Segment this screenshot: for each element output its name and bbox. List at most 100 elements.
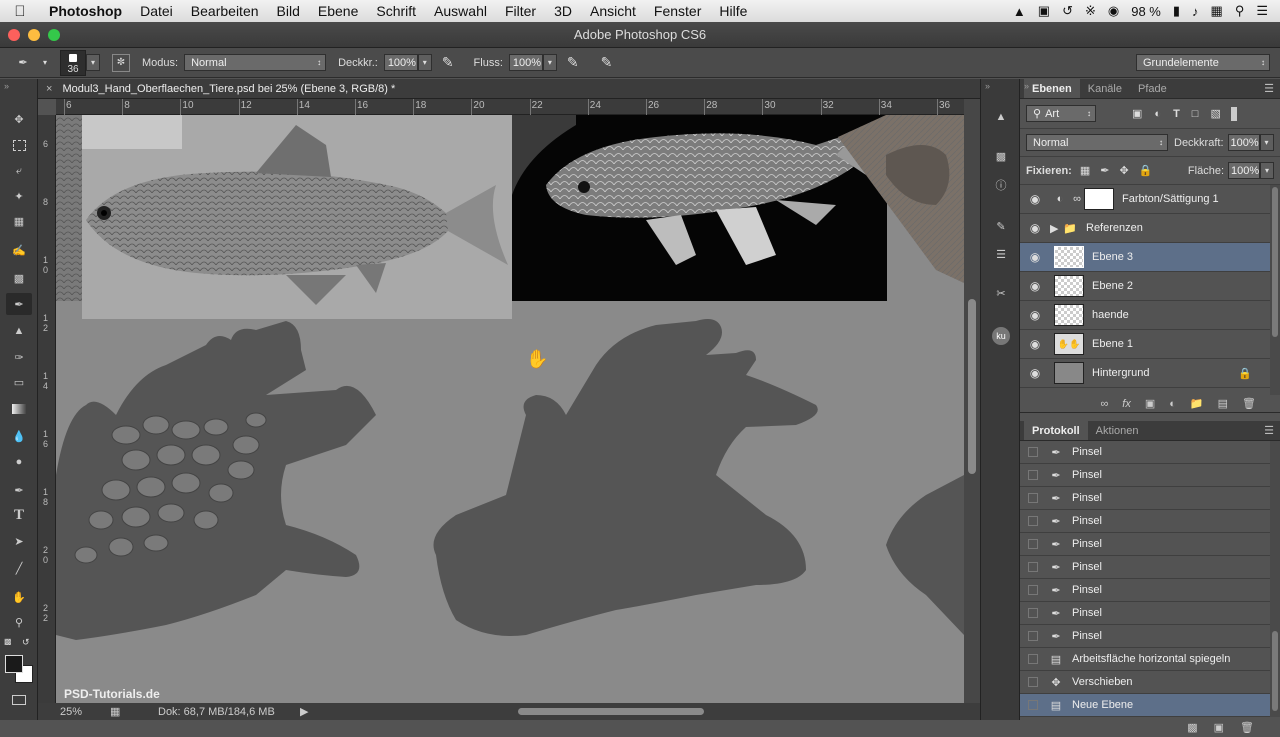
layer-row-ebene-1[interactable]: ◉ ✋✋ Ebene 1 [1020, 330, 1280, 359]
menu-bild[interactable]: Bild [268, 3, 309, 19]
eraser-tool-icon[interactable]: ▭ [6, 371, 32, 393]
panel-menu-icon[interactable]: ☰ [1264, 424, 1274, 437]
tool-presets-panel-icon[interactable]: ✂ [989, 282, 1013, 304]
layer-thumbnail[interactable] [1054, 275, 1084, 297]
horizontal-ruler[interactable]: 6 8 10 12 14 16 18 20 22 24 26 28 30 32 34 36 [56, 99, 964, 115]
fluss-dropdown[interactable]: ▾ [542, 54, 557, 71]
marquee-tool-icon[interactable] [6, 134, 32, 156]
lock-transparent-icon[interactable]: ▦ [1080, 164, 1090, 177]
menu-datei[interactable]: Datei [131, 3, 182, 19]
workspace-select[interactable]: Grundelemente ↕ [1136, 54, 1270, 71]
hand-tool-icon[interactable]: ✋ [6, 586, 32, 608]
pressure-size-icon[interactable]: ✎ [601, 54, 613, 71]
tab-kanaele[interactable]: Kanäle [1080, 79, 1130, 98]
tool-preset-dropdown[interactable]: ▾ [38, 54, 52, 71]
history-item[interactable]: ✥ Verschieben [1020, 671, 1280, 694]
blend-mode-select[interactable]: Normal ↕ [1026, 134, 1168, 151]
quick-mask-icon[interactable] [6, 689, 32, 711]
type-tool-icon[interactable]: T [6, 504, 32, 526]
eyedropper-tool-icon[interactable]: ✍ [6, 239, 32, 261]
history-scrollbar[interactable] [1270, 441, 1280, 717]
kuler-panel-icon[interactable]: ku [989, 325, 1013, 347]
menu-3d[interactable]: 3D [545, 3, 581, 19]
tab-pfade[interactable]: Pfade [1130, 79, 1175, 98]
adobe-icon[interactable]: ▲ [1013, 4, 1026, 19]
new-layer-icon[interactable]: ▤ [1218, 397, 1228, 410]
battery-icon[interactable]: ▮ [1173, 3, 1180, 19]
close-document-icon[interactable]: × [46, 83, 52, 95]
menu-hilfe[interactable]: Hilfe [710, 3, 756, 19]
default-colors-icon[interactable]: ▩ [4, 637, 12, 646]
collapse-panels-icon[interactable]: » [1024, 81, 1029, 91]
blur-tool-icon[interactable]: 💧 [6, 425, 32, 447]
tab-aktionen[interactable]: Aktionen [1088, 421, 1147, 440]
layer-row-ebene-3[interactable]: ◉ Ebene 3 [1020, 243, 1280, 272]
airbrush-icon[interactable]: ✎ [567, 54, 579, 71]
history-item[interactable]: ✒ Pinsel [1020, 487, 1280, 510]
path-selection-tool-icon[interactable]: ➤ [6, 530, 32, 552]
history-item[interactable]: ✒ Pinsel [1020, 464, 1280, 487]
history-snapshot-checkbox[interactable] [1028, 516, 1038, 526]
layer-filter-select[interactable]: ⚲ Art ↕ [1026, 105, 1096, 122]
info-panel-icon[interactable]: ⓘ [989, 174, 1013, 196]
filter-pixel-icon[interactable]: ▣ [1132, 107, 1142, 120]
history-snapshot-checkbox[interactable] [1028, 470, 1038, 480]
history-item[interactable]: ▤ Arbeitsfläche horizontal spiegeln [1020, 648, 1280, 671]
swap-colors-icon[interactable]: ↺ [22, 637, 30, 648]
layer-row-referenzen[interactable]: ◉ ▶ 📁 Referenzen [1020, 214, 1280, 243]
history-snapshot-checkbox[interactable] [1028, 608, 1038, 618]
eye-icon[interactable]: ◉ [1020, 308, 1050, 322]
layer-mask-thumbnail[interactable] [1084, 188, 1114, 210]
move-tool-icon[interactable]: ✥ [6, 108, 32, 130]
opacity-input[interactable]: 100% [1227, 134, 1260, 151]
document-canvas[interactable]: ✋ [56, 115, 964, 703]
close-window-button[interactable] [8, 29, 20, 41]
history-snapshot-checkbox[interactable] [1028, 493, 1038, 503]
layer-thumbnail[interactable] [1054, 246, 1084, 268]
fill-dropdown[interactable]: ▾ [1260, 162, 1274, 179]
history-snapshot-checkbox[interactable] [1028, 539, 1038, 549]
deckkr-dropdown[interactable]: ▾ [417, 54, 432, 71]
history-item[interactable]: ✒ Pinsel [1020, 510, 1280, 533]
minimize-window-button[interactable] [28, 29, 40, 41]
history-item[interactable]: ✒ Pinsel [1020, 625, 1280, 648]
wifi-icon[interactable]: ◉ [1108, 3, 1119, 19]
eye-icon[interactable]: ◉ [1020, 337, 1050, 351]
status-menu-arrow-icon[interactable]: ▶ [300, 705, 308, 718]
history-item[interactable]: ✒ Pinsel [1020, 602, 1280, 625]
history-snapshot-checkbox[interactable] [1028, 562, 1038, 572]
brush-size-dropdown[interactable]: ▾ [86, 54, 100, 71]
notification-list-icon[interactable]: ☰ [1256, 3, 1268, 19]
eye-icon[interactable]: ◉ [1020, 192, 1050, 206]
brush-tool-icon[interactable]: ✒ [6, 293, 32, 315]
tab-ebenen[interactable]: Ebenen [1024, 79, 1080, 98]
history-item[interactable]: ✒ Pinsel [1020, 533, 1280, 556]
foreground-color-swatch[interactable] [5, 655, 23, 673]
eye-icon[interactable]: ◉ [1020, 221, 1050, 235]
pen-tool-icon[interactable]: ✒ [6, 479, 32, 501]
horizontal-scroll-thumb[interactable] [518, 708, 704, 715]
menu-bearbeiten[interactable]: Bearbeiten [182, 3, 268, 19]
pressure-opacity-icon[interactable]: ✎ [442, 54, 454, 71]
gradient-tool-icon[interactable] [6, 398, 32, 420]
collapse-toolbar-icon[interactable]: » [4, 81, 9, 91]
disclosure-triangle-icon[interactable]: ▶ [1050, 222, 1060, 235]
layer-thumbnail[interactable]: ✋✋ [1054, 333, 1084, 355]
canvas-vertical-scrollbar[interactable] [964, 99, 980, 703]
layer-style-icon[interactable]: fx [1122, 398, 1131, 410]
volume-icon[interactable]: ♪ [1192, 4, 1199, 19]
layer-row-ebene-2[interactable]: ◉ Ebene 2 [1020, 272, 1280, 301]
menu-ansicht[interactable]: Ansicht [581, 3, 645, 19]
time-machine-icon[interactable]: ↺ [1062, 3, 1073, 19]
scroll-thumb[interactable] [968, 299, 976, 474]
zoom-tool-icon[interactable]: ⚲ [6, 611, 32, 633]
link-layers-icon[interactable]: ∞ [1100, 398, 1108, 410]
add-mask-icon[interactable]: ▣ [1145, 397, 1155, 410]
healing-brush-tool-icon[interactable]: ▩ [6, 267, 32, 289]
eye-icon[interactable]: ◉ [1020, 279, 1050, 293]
new-adjustment-icon[interactable]: ◐ [1169, 398, 1176, 410]
layer-row-farbton[interactable]: ◉ ◐ ∞ Farbton/Sättigung 1 [1020, 185, 1280, 214]
eye-icon[interactable]: ◉ [1020, 366, 1050, 380]
dodge-tool-icon[interactable]: ● [6, 451, 32, 473]
layer-row-haende[interactable]: ◉ haende [1020, 301, 1280, 330]
